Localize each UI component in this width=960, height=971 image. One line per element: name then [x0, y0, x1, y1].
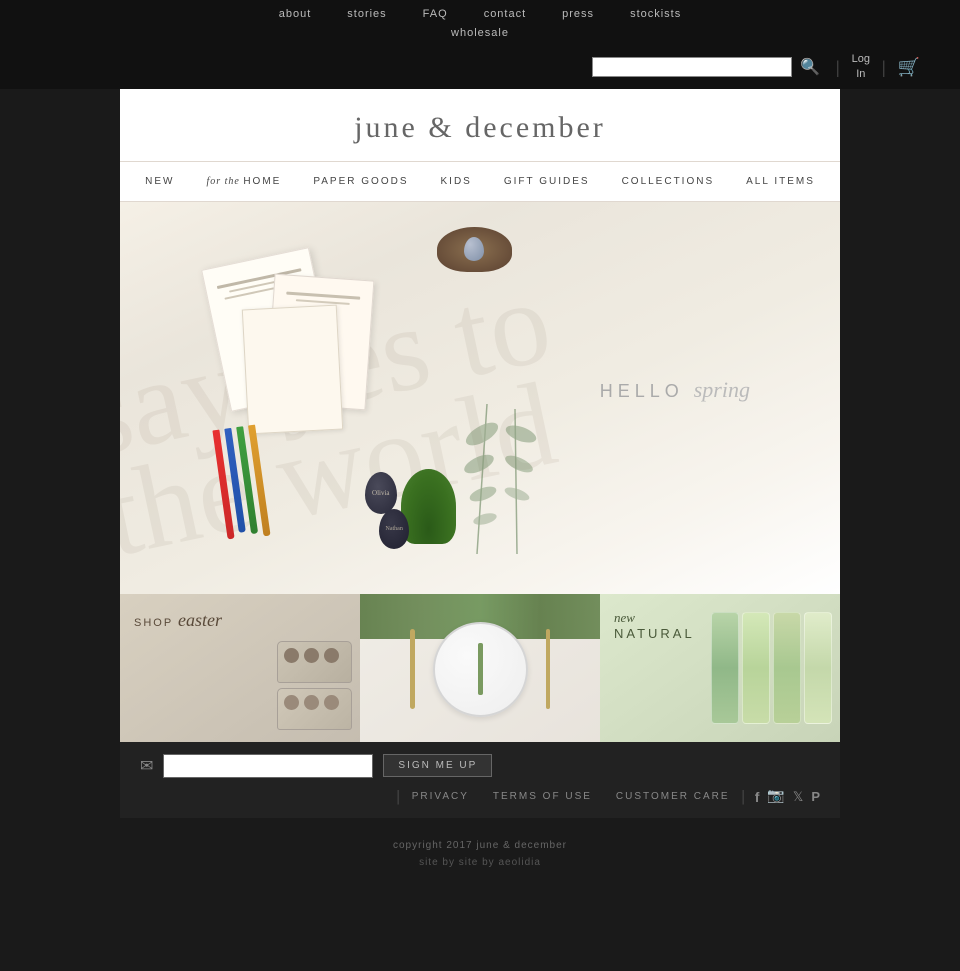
twitter-icon[interactable]: 𝕏 — [793, 789, 803, 805]
site-logo: june & december — [120, 111, 840, 145]
nav-gift-guides[interactable]: GIFT GUIDES — [488, 172, 606, 191]
bird-nest — [437, 227, 512, 272]
log-in-link[interactable]: LogIn — [852, 52, 870, 83]
copyright-text: copyright 2017 june & december — [0, 840, 960, 851]
fork — [410, 629, 415, 709]
easter-label: SHOP easter — [134, 610, 222, 631]
hero-banner: say yes tothe world — [120, 202, 840, 594]
fern-prints — [437, 384, 587, 564]
divider: | — [836, 57, 840, 78]
footer-links-area: | PRIVACY TERMS OF USE CUSTOMER CARE | f… — [140, 788, 820, 806]
table-plate — [410, 622, 550, 717]
site-wrapper: about stories FAQ contact press stockist… — [0, 0, 960, 878]
logo-area: june & december — [120, 89, 840, 161]
nav-paper-goods[interactable]: PAPER GOODS — [297, 172, 424, 191]
pinterest-icon[interactable]: P — [811, 789, 820, 804]
search-area: 🔍 — [592, 57, 824, 77]
decorated-egg-2: Nathan — [379, 509, 409, 549]
nav-new[interactable]: NEW — [129, 172, 190, 191]
instagram-icon[interactable]: 📷 — [767, 788, 784, 805]
nav-all-items[interactable]: ALL ITEMS — [730, 172, 831, 191]
mail-icon: ✉ — [140, 756, 153, 776]
egg — [464, 237, 484, 261]
panel-natural[interactable]: new NATURAL — [600, 594, 840, 742]
fabric-1 — [711, 612, 739, 724]
panel-easter[interactable]: SHOP easter — [120, 594, 360, 742]
panels-row: SHOP easter — [120, 594, 840, 742]
fabric-3 — [773, 612, 801, 724]
natural-label: new NATURAL — [614, 610, 695, 641]
customer-care-link[interactable]: CUSTOMER CARE — [604, 791, 742, 802]
main-nav: NEW for the HOME PAPER GOODS KIDS GIFT G… — [120, 161, 840, 202]
nav-contact[interactable]: contact — [466, 5, 544, 23]
egg-carton-top — [277, 641, 352, 683]
site-by-text: site by site by aeolidia — [0, 857, 960, 868]
divider2: | — [882, 57, 886, 78]
copyright-bar: copyright 2017 june & december site by s… — [0, 818, 960, 878]
nav-stockists[interactable]: stockists — [612, 5, 699, 23]
fabric-rolls — [711, 612, 832, 724]
fabric-4 — [804, 612, 832, 724]
email-input[interactable] — [163, 754, 373, 778]
fabric-2 — [742, 612, 770, 724]
search-button[interactable]: 🔍 — [796, 57, 824, 77]
wholesale-link[interactable]: wholesale — [451, 23, 509, 41]
nav-press[interactable]: press — [544, 5, 612, 23]
social-icons: f 📷 𝕏 P — [745, 788, 820, 805]
search-cart-bar: 🔍 | LogIn | 🛒 — [0, 46, 960, 89]
center-column: june & december NEW for the HOME PAPER G… — [120, 89, 840, 818]
privacy-link[interactable]: PRIVACY — [400, 791, 481, 802]
decorated-egg-1: Olivia — [365, 472, 397, 514]
search-input[interactable] — [592, 57, 792, 77]
nav-kids[interactable]: KIDS — [425, 172, 488, 191]
top-nav-links: about stories FAQ contact press stockist… — [261, 5, 700, 23]
top-nav-bar: about stories FAQ contact press stockist… — [0, 0, 960, 46]
lavender — [478, 643, 483, 695]
nav-home[interactable]: for the HOME — [190, 172, 297, 191]
terms-link[interactable]: TERMS OF USE — [481, 791, 604, 802]
egg-carton-bottom — [277, 688, 352, 730]
cart-link[interactable]: 🛒 — [898, 57, 920, 78]
card-3 — [242, 304, 343, 434]
nav-faq[interactable]: FAQ — [405, 5, 466, 23]
egg-cartons — [277, 641, 352, 730]
plate — [433, 622, 528, 717]
panel-table-setting[interactable] — [360, 594, 600, 742]
facebook-icon[interactable]: f — [755, 789, 760, 805]
nav-about[interactable]: about — [261, 5, 330, 23]
signup-button[interactable]: SIGN ME UP — [383, 754, 492, 777]
nav-collections[interactable]: COLLECTIONS — [606, 172, 731, 191]
signup-bar: ✉ SIGN ME UP | PRIVACY TERMS OF USE CUST… — [120, 742, 840, 818]
nav-stories[interactable]: stories — [329, 5, 404, 23]
knife — [546, 629, 550, 709]
hero-tagline: HELLO spring — [600, 377, 750, 403]
